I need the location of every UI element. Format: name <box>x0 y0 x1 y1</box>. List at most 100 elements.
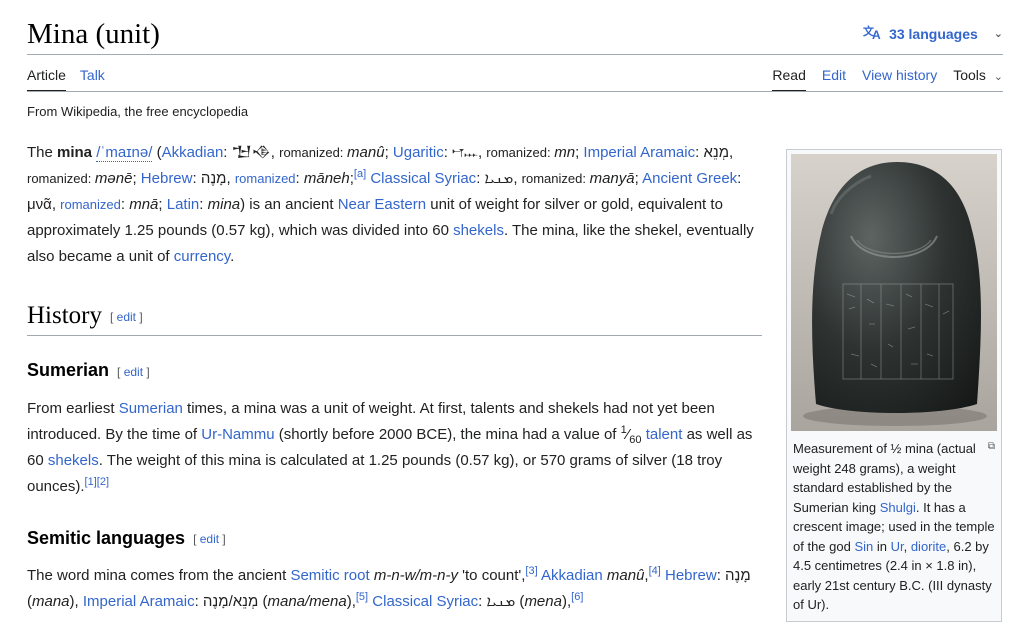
footnote-ref[interactable]: [a] <box>354 168 366 180</box>
romanized-link[interactable]: romanized <box>235 171 296 186</box>
shekels-link[interactable]: shekels <box>48 452 99 469</box>
romanized-link[interactable]: romanized <box>60 197 121 212</box>
akkadian-link[interactable]: Akkadian <box>162 144 224 161</box>
enlarge-icon[interactable]: ⧉ <box>988 437 995 457</box>
tabs-divider <box>27 91 1003 92</box>
edit-section: [ edit ] <box>193 531 226 546</box>
classical-syriac-link[interactable]: Classical Syriac <box>370 170 476 187</box>
text: ; <box>384 144 393 161</box>
edit-section: [ edit ] <box>117 364 150 379</box>
term: m-n-w/m-n-y <box>373 566 458 584</box>
image-caption: ⧉ Measurement of ½ mina (actual weight 2… <box>791 431 997 617</box>
section-heading-semitic: Semitic languages [ edit ] <box>27 524 767 553</box>
tab-talk[interactable]: Talk <box>80 64 105 92</box>
languages-label: 33 languages <box>889 25 978 42</box>
classical-syriac-link[interactable]: Classical Syriac <box>372 593 478 610</box>
edit-link[interactable]: edit <box>200 532 219 546</box>
heading-text: Sumerian <box>27 360 110 381</box>
shekels-link[interactable]: shekels <box>453 222 504 239</box>
semitic-root-link[interactable]: Semitic root <box>290 567 369 584</box>
text: The word mina comes from the ancient <box>27 566 291 584</box>
image-infobox: ⧉ Measurement of ½ mina (actual weight 2… <box>786 149 1002 622</box>
text: ) is an ancient <box>240 196 338 213</box>
currency-link[interactable]: currency <box>174 248 230 265</box>
section-heading-history: History [ edit ] <box>27 301 762 337</box>
text: . The weight of this mina is calculated … <box>27 451 723 495</box>
aramaic-text: מְנֵא/מָנֶה <box>202 592 259 610</box>
edit-section: [ edit ] <box>110 310 143 325</box>
edit-link[interactable]: edit <box>124 365 143 379</box>
term: mnā <box>129 196 159 213</box>
tab-edit[interactable]: Edit <box>822 64 846 92</box>
language-selector-button[interactable]: 文A 33 languages ⌄ <box>863 24 1003 43</box>
heading-text: History <box>27 302 102 329</box>
term: mana <box>32 592 70 610</box>
text: . <box>230 248 235 265</box>
ugaritic-text: 𐎎𐎐 <box>452 144 478 161</box>
edit-link[interactable]: edit <box>117 310 136 324</box>
fraction-denominator: 60 <box>629 433 642 446</box>
translate-icon: 文A <box>863 24 883 43</box>
hebrew-link[interactable]: Hebrew <box>141 170 193 187</box>
chevron-down-icon: ⌄ <box>993 28 1003 40</box>
tab-view-history[interactable]: View history <box>862 64 937 92</box>
imperial-aramaic-link[interactable]: Imperial Aramaic <box>83 593 195 610</box>
mina-weight-image[interactable] <box>791 154 997 431</box>
sin-link[interactable]: Sin <box>854 539 873 554</box>
romanized-label: romanized: <box>27 171 95 186</box>
section-heading-sumerian: Sumerian [ edit ] <box>27 356 767 385</box>
footnote-ref[interactable]: [1] <box>85 476 97 488</box>
semitic-paragraph: The word mina comes from the ancient Sem… <box>27 564 751 610</box>
text: 'to count', <box>457 566 526 584</box>
footnote-ref[interactable]: [3] <box>525 565 537 577</box>
term: mana/mena <box>267 592 347 610</box>
text: (shortly before 2000 BCE), the mina had … <box>274 425 621 443</box>
romanized-label: romanized: <box>521 171 590 186</box>
syriac-text: ܡܢܝܐ <box>486 592 516 610</box>
hebrew-text: מָנֶה <box>725 566 751 584</box>
ur-nammu-link[interactable]: Ur-Nammu <box>201 426 274 443</box>
article-body: The mina /ˈmaɪnə/ (Akkadian: 𒈠𒈾, romaniz… <box>27 140 767 615</box>
lead-paragraph: The mina /ˈmaɪnə/ (Akkadian: 𒈠𒈾, romaniz… <box>27 144 754 265</box>
shulgi-link[interactable]: Shulgi <box>880 500 916 515</box>
sumerian-paragraph: From earliest Sumerian times, a mina was… <box>27 399 753 495</box>
talent-link[interactable]: talent <box>646 426 683 443</box>
term: māneh <box>303 170 350 187</box>
sumerian-link[interactable]: Sumerian <box>119 400 183 417</box>
tools-label: Tools <box>953 67 986 83</box>
ancient-greek-link[interactable]: Ancient Greek <box>642 170 737 187</box>
text: , <box>903 538 911 554</box>
romanized-label: romanized: <box>486 145 555 160</box>
aramaic-text: מְנֵא <box>703 144 730 161</box>
tools-menu[interactable]: Tools ⌄ <box>953 64 1003 92</box>
diorite-link[interactable]: diorite <box>911 539 946 554</box>
ipa-link[interactable]: /ˈmaɪnə/ <box>96 144 153 162</box>
term: mina <box>207 196 241 213</box>
footnote-ref[interactable]: [6] <box>571 591 583 603</box>
svg-text:A: A <box>872 28 881 40</box>
heading-text: Semitic languages <box>27 527 186 548</box>
footnote-ref[interactable]: [2] <box>97 476 109 488</box>
term: manû <box>606 566 645 584</box>
latin-link[interactable]: Latin <box>167 196 200 213</box>
page-tabs: Article Talk Read Edit View history Tool… <box>27 64 1003 92</box>
text: ( <box>152 144 162 161</box>
text: From earliest <box>27 399 119 417</box>
ugaritic-link[interactable]: Ugaritic <box>393 144 444 161</box>
akkadian-link[interactable]: Akkadian <box>541 567 603 584</box>
near-eastern-link[interactable]: Near Eastern <box>338 196 426 213</box>
bold-term: mina <box>57 144 93 161</box>
hebrew-link[interactable]: Hebrew <box>665 567 717 584</box>
romanized-label: romanized: <box>279 145 348 160</box>
fraction-numerator: 1 <box>620 423 627 436</box>
imperial-aramaic-link[interactable]: Imperial Aramaic <box>583 144 695 161</box>
tab-read[interactable]: Read <box>772 64 806 92</box>
tab-article[interactable]: Article <box>27 64 66 92</box>
ur-link[interactable]: Ur <box>891 539 904 554</box>
text: in <box>873 538 891 554</box>
footnote-ref[interactable]: [4] <box>649 565 661 577</box>
term: manyā <box>589 170 635 187</box>
term: manû <box>347 144 385 161</box>
text: The <box>27 144 58 161</box>
footnote-ref[interactable]: [5] <box>356 591 368 603</box>
